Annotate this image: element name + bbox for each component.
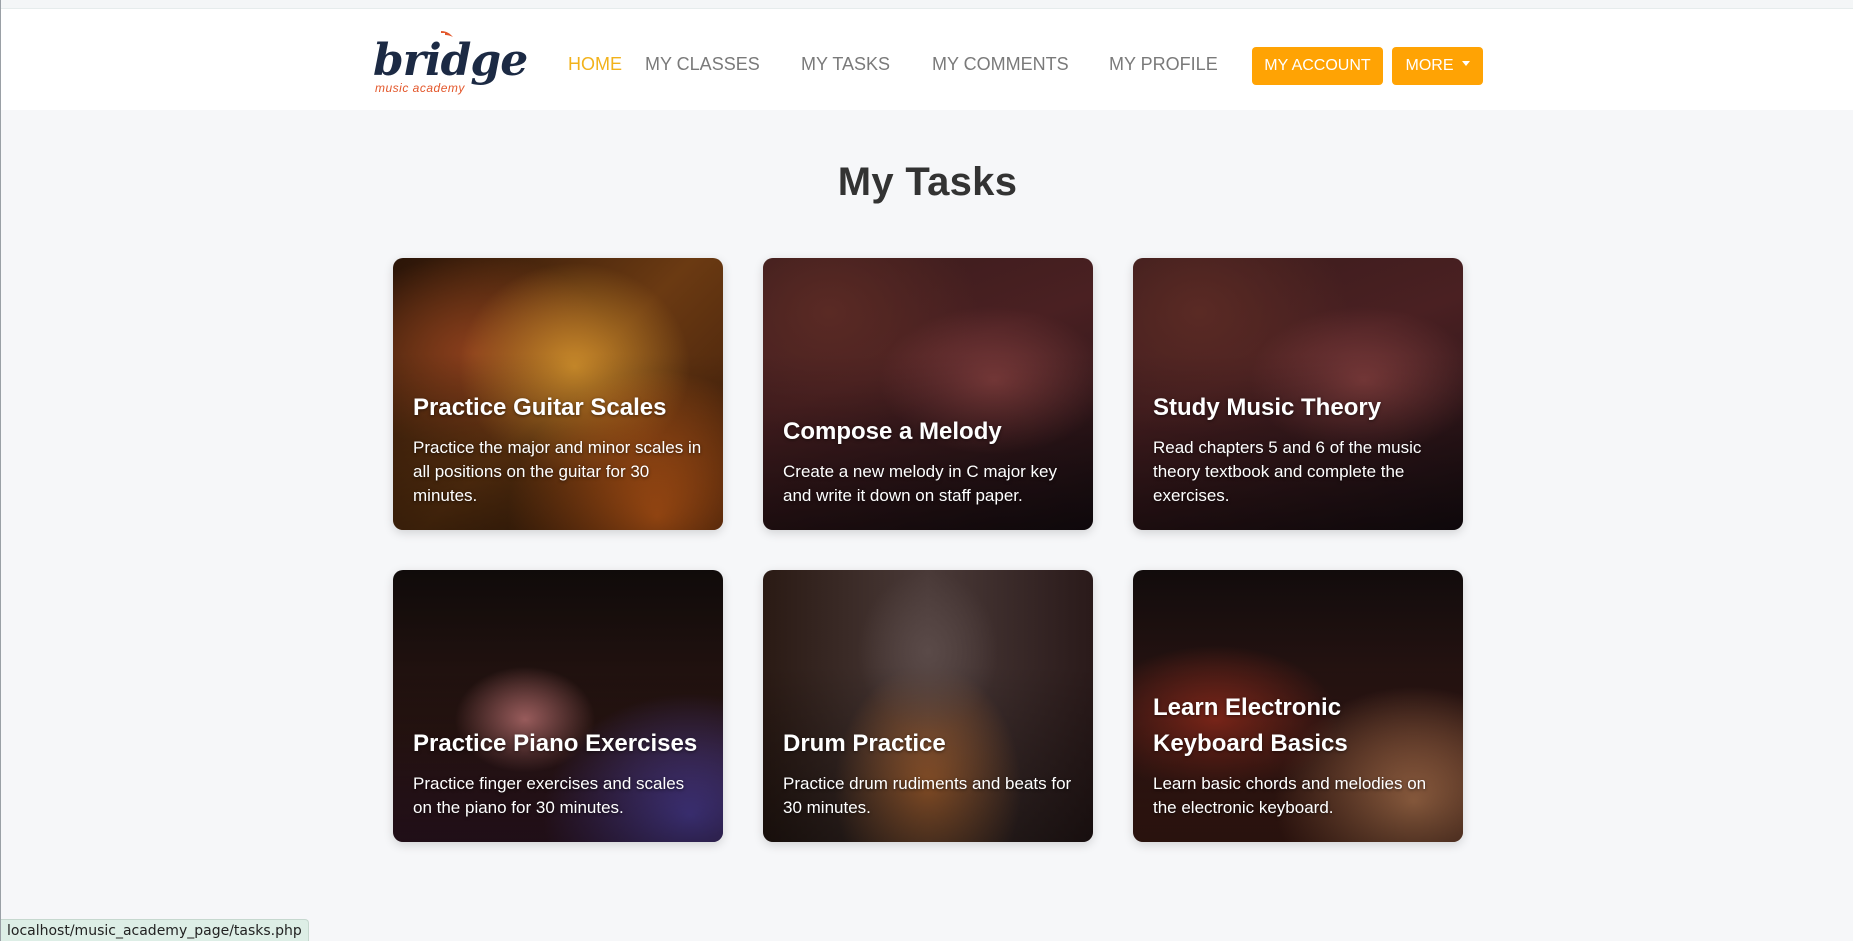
task-title: Learn Electronic Keyboard Basics [1153,694,1348,757]
task-title: Study Music Theory [1153,394,1382,421]
caret-down-icon [1461,61,1470,67]
task-description: Practice the major and minor scales in a… [413,438,702,505]
task-card[interactable]: Study Music Theory Read chapters 5 and 6… [1133,258,1463,530]
page-title: My Tasks [837,160,1018,204]
my-account-label: MY ACCOUNT [1264,57,1371,74]
more-dropdown-button[interactable]: MORE [1392,47,1483,85]
my-account-button[interactable]: MY ACCOUNT [1252,47,1383,85]
browser-top-strip [1,0,1853,9]
more-label: MORE [1405,57,1454,74]
nav-my-profile[interactable]: MY PROFILE [1109,49,1218,79]
brand-tagline: music academy [375,81,465,95]
task-card[interactable]: Practice Guitar Scales Practice the majo… [393,258,723,530]
task-title: Practice Guitar Scales [413,394,667,421]
nav-my-classes[interactable]: MY CLASSES [645,49,760,79]
nav-my-comments[interactable]: MY COMMENTS [932,49,1069,79]
main-nav: HOME MY CLASSES MY TASKS MY COMMENTS MY … [1,49,1853,79]
task-card[interactable]: Practice Piano Exercises Practice finger… [393,570,723,842]
task-card[interactable]: Learn Electronic Keyboard Basics Learn b… [1133,570,1463,842]
task-description: Practice drum rudiments and beats for 30… [783,774,1072,817]
task-card[interactable]: Drum Practice Practice drum rudiments an… [763,570,1093,842]
task-description: Learn basic chords and melodies on the e… [1153,774,1427,817]
task-description: Create a new melody in C major key and w… [783,462,1058,505]
status-bar-url: localhost/music_academy_page/tasks.php [1,919,309,941]
task-title: Drum Practice [783,730,946,757]
task-description: Practice finger exercises and scales on … [413,774,685,817]
navbar: bridge music academy HOME MY CLASSES MY … [1,9,1853,110]
task-card[interactable]: Compose a Melody Create a new melody in … [763,258,1093,530]
nav-my-tasks[interactable]: MY TASKS [801,49,890,79]
nav-home[interactable]: HOME [568,49,622,79]
task-title: Compose a Melody [783,418,1002,445]
task-title: Practice Piano Exercises [413,730,698,757]
task-description: Read chapters 5 and 6 of the music theor… [1153,438,1422,505]
